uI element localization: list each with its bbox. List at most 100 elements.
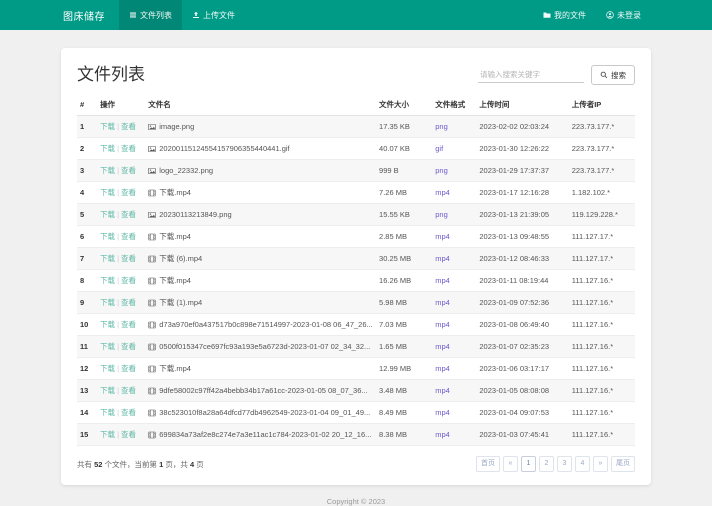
file-format-link[interactable]: png: [435, 166, 448, 175]
view-link[interactable]: 查看: [121, 364, 136, 373]
row-index: 1: [77, 116, 97, 138]
download-link[interactable]: 下载: [100, 144, 115, 153]
file-format-link[interactable]: mp4: [435, 386, 450, 395]
file-format-link[interactable]: mp4: [435, 254, 450, 263]
download-link[interactable]: 下载: [100, 232, 115, 241]
uploader-ip: 111.127.16.*: [569, 380, 635, 402]
action-separator: |: [117, 232, 119, 241]
search-button[interactable]: 搜索: [591, 65, 635, 85]
file-format-link[interactable]: gif: [435, 144, 443, 153]
next-page-button[interactable]: »: [593, 456, 608, 472]
download-link[interactable]: 下载: [100, 386, 115, 395]
page-4-button[interactable]: 4: [575, 456, 590, 472]
download-link[interactable]: 下载: [100, 320, 115, 329]
view-link[interactable]: 查看: [121, 188, 136, 197]
brand-label: 图床储存: [63, 8, 105, 23]
film-icon: [148, 343, 156, 352]
action-separator: |: [117, 254, 119, 263]
file-name-cell: image.png: [145, 116, 376, 138]
download-link[interactable]: 下载: [100, 188, 115, 197]
table-row: 6下载|查看下载.mp42.85 MBmp42023-01-13 09:48:5…: [77, 226, 635, 248]
download-link[interactable]: 下载: [100, 276, 115, 285]
table-header-row: # 操作 文件名 文件大小 文件格式 上传时间 上传者IP: [77, 94, 635, 116]
file-format-link[interactable]: png: [435, 122, 448, 131]
view-link[interactable]: 查看: [121, 254, 136, 263]
file-name: 下载 (6).mp4: [159, 254, 202, 263]
file-format-cell: mp4: [432, 336, 476, 358]
page-title: 文件列表: [77, 60, 145, 85]
search-input[interactable]: [478, 67, 584, 83]
download-link[interactable]: 下载: [100, 364, 115, 373]
file-size: 8.49 MB: [376, 402, 432, 424]
upload-time: 2023-01-11 08:19:44: [476, 270, 568, 292]
view-link[interactable]: 查看: [121, 276, 136, 285]
view-link[interactable]: 查看: [121, 408, 136, 417]
upload-time: 2023-01-29 17:37:37: [476, 160, 568, 182]
page-1-button[interactable]: 1: [521, 456, 536, 472]
file-name-cell: 20200115124554157906355440441.gif: [145, 138, 376, 160]
file-name-cell: d73a970ef0a437517b0c898e71514997-2023-01…: [145, 314, 376, 336]
copyright-text: Copyright © 2023: [0, 497, 712, 506]
header-index: #: [77, 94, 97, 116]
tab-file-list[interactable]: 文件列表: [119, 0, 182, 30]
view-link[interactable]: 查看: [121, 122, 136, 131]
row-actions: 下载|查看: [97, 138, 145, 160]
film-icon: [148, 409, 156, 418]
download-link[interactable]: 下载: [100, 122, 115, 131]
download-link[interactable]: 下载: [100, 408, 115, 417]
table-row: 1下载|查看image.png17.35 KBpng2023-02-02 02:…: [77, 116, 635, 138]
view-link[interactable]: 查看: [121, 320, 136, 329]
file-format-link[interactable]: mp4: [435, 430, 450, 439]
search-icon: [600, 71, 608, 79]
view-link[interactable]: 查看: [121, 210, 136, 219]
file-format-cell: png: [432, 204, 476, 226]
uploader-ip: 111.127.16.*: [569, 270, 635, 292]
file-size: 2.85 MB: [376, 226, 432, 248]
download-link[interactable]: 下载: [100, 342, 115, 351]
uploader-ip: 111.127.16.*: [569, 336, 635, 358]
view-link[interactable]: 查看: [121, 430, 136, 439]
prev-page-button[interactable]: «: [503, 456, 518, 472]
download-link[interactable]: 下载: [100, 166, 115, 175]
nav-my-files[interactable]: 我的文件: [533, 0, 596, 30]
file-format-link[interactable]: mp4: [435, 298, 450, 307]
file-format-link[interactable]: mp4: [435, 364, 450, 373]
nav-login-status[interactable]: 未登录: [596, 0, 651, 30]
file-name: 下载.mp4: [159, 364, 191, 373]
file-format-cell: mp4: [432, 424, 476, 446]
file-format-cell: mp4: [432, 292, 476, 314]
view-link[interactable]: 查看: [121, 166, 136, 175]
brand[interactable]: 图床储存: [61, 0, 119, 30]
row-index: 10: [77, 314, 97, 336]
file-format-link[interactable]: mp4: [435, 188, 450, 197]
row-index: 4: [77, 182, 97, 204]
download-link[interactable]: 下载: [100, 430, 115, 439]
film-icon: [148, 365, 156, 374]
file-format-link[interactable]: mp4: [435, 276, 450, 285]
upload-time: 2023-01-30 12:26:22: [476, 138, 568, 160]
last-page-button[interactable]: 尾页: [611, 456, 635, 472]
download-link[interactable]: 下载: [100, 210, 115, 219]
file-format-link[interactable]: png: [435, 210, 448, 219]
page-2-button[interactable]: 2: [539, 456, 554, 472]
download-link[interactable]: 下载: [100, 298, 115, 307]
file-name-cell: logo_22332.png: [145, 160, 376, 182]
file-size: 16.26 MB: [376, 270, 432, 292]
upload-time: 2023-02-02 02:03:24: [476, 116, 568, 138]
file-format-link[interactable]: mp4: [435, 320, 450, 329]
first-page-button[interactable]: 首页: [476, 456, 500, 472]
view-link[interactable]: 查看: [121, 298, 136, 307]
file-table: # 操作 文件名 文件大小 文件格式 上传时间 上传者IP 1下载|查看imag…: [77, 94, 635, 446]
file-format-link[interactable]: mp4: [435, 342, 450, 351]
file-format-link[interactable]: mp4: [435, 232, 450, 241]
page-3-button[interactable]: 3: [557, 456, 572, 472]
header-file-format: 文件格式: [432, 94, 476, 116]
download-link[interactable]: 下载: [100, 254, 115, 263]
file-format-link[interactable]: mp4: [435, 408, 450, 417]
tab-upload-file[interactable]: 上传文件: [182, 0, 245, 30]
view-link[interactable]: 查看: [121, 386, 136, 395]
view-link[interactable]: 查看: [121, 232, 136, 241]
row-actions: 下载|查看: [97, 226, 145, 248]
view-link[interactable]: 查看: [121, 342, 136, 351]
view-link[interactable]: 查看: [121, 144, 136, 153]
